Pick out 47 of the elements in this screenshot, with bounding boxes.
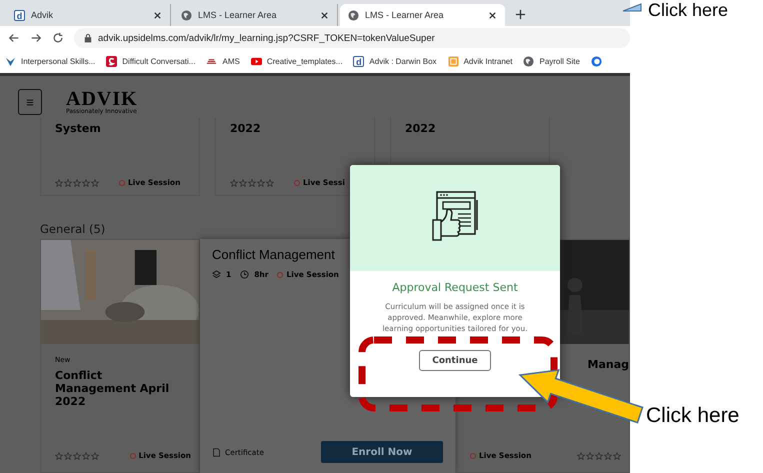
reload-icon[interactable] [52, 32, 64, 44]
bookmark[interactable]: Payroll Site [523, 56, 580, 67]
favicon-icon: d [14, 10, 25, 20]
annotation-text: Click here [648, 0, 728, 20]
course-title: Conflict Management [212, 247, 336, 262]
enroll-button[interactable]: Enroll Now [321, 441, 443, 463]
logo: ADVIK [66, 89, 138, 109]
bookmark[interactable]: d Advik : Darwin Box [353, 56, 437, 67]
close-icon[interactable] [488, 10, 497, 20]
bookmark[interactable]: Advik Intranet [448, 56, 512, 67]
globe-icon [523, 56, 534, 67]
menu-icon [26, 98, 34, 106]
course-title: 2022 [230, 122, 262, 135]
layers-icon [212, 270, 221, 279]
address-field[interactable]: advik.upsidelms.com/advik/lr/my_learning.jsp?CSRF_TOKEN=tokenValueSuper [74, 28, 630, 48]
bookmark-icon[interactable] [590, 56, 602, 67]
continue-button[interactable]: Continue [419, 350, 491, 371]
play-icon [250, 56, 262, 67]
menu-button[interactable] [18, 89, 42, 115]
new-tab-icon[interactable] [515, 9, 526, 20]
bookmark[interactable]: AMS [206, 56, 240, 67]
section-heading: General (5) [40, 222, 106, 236]
back-icon[interactable] [8, 32, 20, 44]
globe-icon [348, 10, 359, 20]
browser-tab[interactable]: LMS - Learner Area [340, 4, 505, 26]
forward-icon[interactable] [30, 32, 42, 44]
course-title: System [55, 122, 102, 135]
course-title: 2022 [405, 122, 437, 135]
bookmark[interactable]: Creative_templates... [250, 56, 342, 67]
clock-icon [240, 270, 250, 279]
box-icon [448, 56, 459, 67]
lock-icon [84, 33, 92, 43]
bookmark[interactable]: Difficult Conversati... [106, 56, 196, 67]
annotation-text: Click here [646, 404, 740, 428]
bars-icon [206, 56, 218, 67]
course-title: Manag [588, 358, 629, 371]
close-icon[interactable] [320, 10, 329, 20]
course-title: Conflict Management April 2022 [55, 369, 170, 408]
certificate-icon [212, 448, 221, 456]
dialog-title: Approval Request Sent [392, 281, 518, 294]
close-icon[interactable] [153, 10, 162, 20]
globe-icon [181, 10, 192, 20]
s-logo-icon [106, 56, 118, 67]
v-logo-icon [5, 56, 16, 67]
arrow-icon [622, 2, 642, 12]
bookmark[interactable]: Interpersonal Skills... [5, 56, 96, 67]
favicon-icon: d [353, 56, 364, 67]
